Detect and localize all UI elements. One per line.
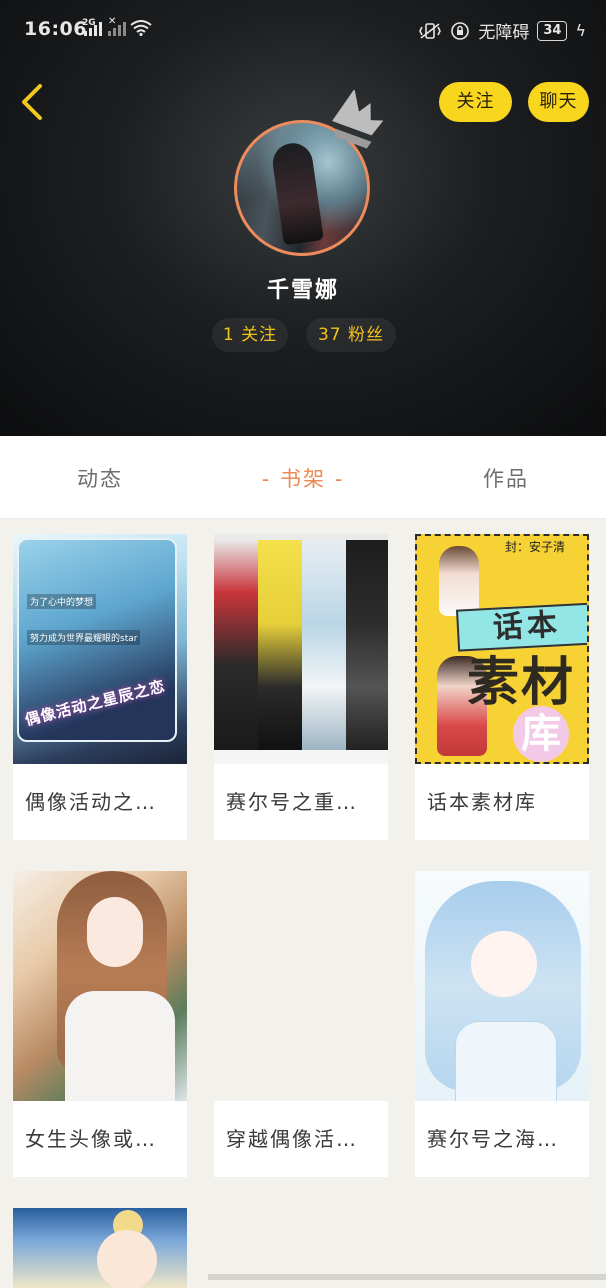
cover-art: [65, 991, 175, 1101]
book-cover: [13, 1208, 187, 1288]
book-cover: 为了心中的梦想 努力成为世界最耀眼的star 偶像活动之星辰之恋: [13, 534, 187, 764]
tab-works[interactable]: 作品: [466, 436, 546, 518]
book-card[interactable]: 赛尔号之海…: [415, 871, 589, 1177]
book-card[interactable]: 封：安子清 话本 素材 库 话本素材库: [415, 534, 589, 840]
status-right-group: 无障碍 34 ϟ: [418, 18, 586, 43]
signal-icon: [84, 22, 102, 36]
tab-bookshelf[interactable]: - 书架 -: [240, 436, 366, 518]
scrollbar[interactable]: [208, 1274, 606, 1280]
book-cover: [214, 534, 388, 764]
cover-art: [439, 546, 479, 616]
tab-active-marker-right: -: [334, 467, 345, 491]
cover-art: [346, 540, 388, 750]
username: 千雪娜: [266, 278, 339, 303]
signal-icon-secondary: [108, 22, 126, 36]
following-count[interactable]: 1 关注: [212, 318, 288, 352]
book-card[interactable]: 为了心中的梦想 努力成为世界最耀眼的star 偶像活动之星辰之恋 偶像活动之…: [13, 534, 187, 840]
status-time: 16:06: [24, 18, 87, 40]
crown-icon: [332, 90, 384, 149]
wifi-icon: [130, 20, 152, 36]
tab-bookshelf-label: 书架: [280, 467, 326, 491]
tab-active-marker-left: -: [261, 467, 272, 491]
book-title: 女生头像或…: [25, 1127, 157, 1151]
profile-header: 16:06 2G ✕ 无障碍 34 ϟ 关注 聊天 千雪娜 1 关注 37 粉丝: [0, 0, 606, 436]
charging-icon: ϟ: [575, 21, 586, 40]
book-card[interactable]: [13, 1208, 187, 1288]
cover-art: [87, 897, 143, 967]
accessibility-label: 无障碍: [478, 23, 530, 43]
follow-button[interactable]: 关注: [439, 82, 512, 122]
book-title: 穿越偶像活…: [214, 1101, 388, 1177]
book-card[interactable]: 赛尔号之重…: [214, 534, 388, 840]
book-cover: [13, 871, 187, 1101]
cover-caption: 为了心中的梦想: [27, 594, 97, 609]
cover-art: [471, 931, 537, 997]
tab-activity[interactable]: 动态: [60, 436, 140, 518]
status-bar: 16:06 2G ✕ 无障碍 34 ϟ: [0, 0, 606, 46]
cover-art: [258, 540, 302, 750]
book-title: 赛尔号之海…: [427, 1127, 559, 1151]
book-card[interactable]: 穿越偶像活…: [214, 871, 388, 1177]
cover-art: [455, 1021, 557, 1101]
book-title: 偶像活动之…: [25, 790, 157, 814]
book-title: 赛尔号之重…: [226, 790, 358, 814]
cover-title-text: 素材: [467, 653, 576, 713]
cover-caption: 努力成为世界最耀眼的star: [27, 630, 141, 645]
profile-tabs: 动态 - 书架 - 作品: [0, 436, 606, 519]
fans-count[interactable]: 37 粉丝: [306, 318, 396, 352]
chat-button[interactable]: 聊天: [528, 82, 589, 122]
cover-art: [302, 540, 346, 750]
cover-title-text: 库: [513, 706, 569, 762]
cover-footer: [214, 750, 388, 764]
battery-indicator: 34: [537, 20, 568, 41]
book-cover: [214, 871, 388, 1101]
book-card[interactable]: 女生头像或…: [13, 871, 187, 1177]
cover-author: 封：安子清: [504, 540, 565, 554]
book-cover: 封：安子清 话本 素材 库: [415, 534, 589, 764]
lock-rotation-icon: [451, 21, 470, 40]
book-cover: [415, 871, 589, 1101]
back-icon[interactable]: [14, 82, 54, 122]
vibrate-icon: [419, 22, 442, 39]
book-title: 话本素材库: [427, 790, 537, 814]
cover-art: [97, 1230, 157, 1288]
cover-art: [214, 540, 258, 750]
